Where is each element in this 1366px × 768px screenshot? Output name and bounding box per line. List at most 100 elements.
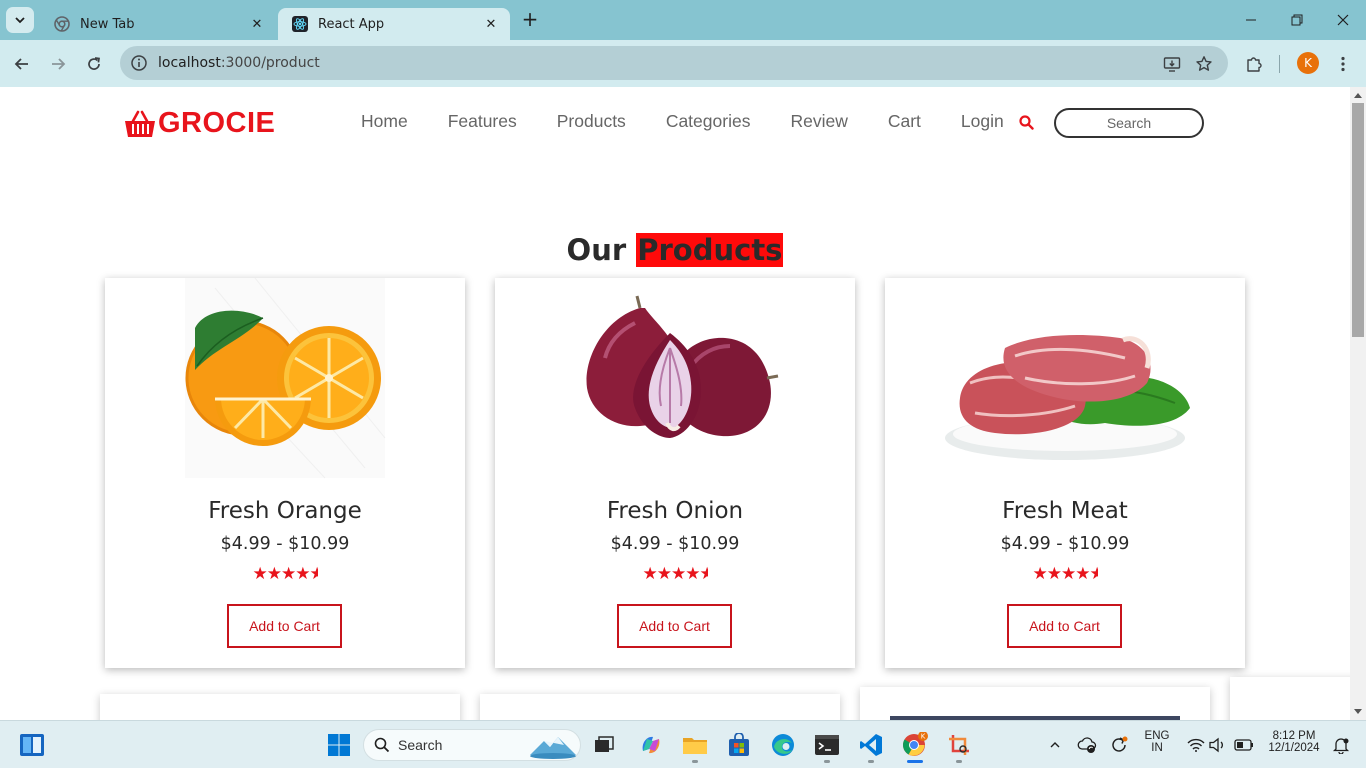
windows-taskbar: Search K ENG IN 8:12 PM 12/1/2024: [0, 720, 1366, 768]
nav-review[interactable]: Review: [790, 111, 847, 132]
close-tab-icon[interactable]: ✕: [482, 15, 500, 33]
star-icon: ★: [671, 564, 686, 584]
file-explorer-button[interactable]: [681, 731, 709, 759]
search-icon[interactable]: [1019, 115, 1034, 130]
star-icon: ★: [1075, 564, 1090, 584]
star-icon: ★: [281, 564, 296, 584]
show-hidden-icons-button[interactable]: [1041, 731, 1069, 759]
new-tab-button[interactable]: +: [519, 9, 541, 31]
running-indicator-active: [907, 760, 923, 763]
product-price: $4.99 - $10.99: [1000, 534, 1130, 554]
menu-button[interactable]: [1330, 51, 1356, 77]
back-button[interactable]: [9, 51, 35, 77]
tab-react-app[interactable]: React App ✕: [278, 8, 510, 40]
product-card: Fresh Orange $4.99 - $10.99 ★★★★★ Add to…: [105, 278, 465, 668]
widgets-button[interactable]: [18, 731, 46, 759]
language-indicator[interactable]: ENG IN: [1140, 730, 1174, 754]
url-text: localhost:3000/product: [158, 55, 320, 71]
onedrive-sync-button[interactable]: [1073, 731, 1101, 759]
toolbar-divider: [1279, 55, 1280, 73]
chevron-up-icon: [1050, 742, 1060, 748]
edge-icon: [772, 734, 794, 756]
logo-text: GROCIE: [158, 107, 276, 139]
tab-new-tab[interactable]: New Tab ✕: [40, 8, 276, 40]
notifications-button[interactable]: [1327, 731, 1355, 759]
forward-button[interactable]: [45, 51, 71, 77]
running-indicator: [956, 760, 962, 763]
chrome-button[interactable]: K: [901, 731, 929, 759]
speaker-icon: [1209, 737, 1223, 753]
search-highlight-icon: [530, 737, 576, 759]
store-button[interactable]: [725, 731, 753, 759]
star-icon: ★: [656, 564, 672, 584]
onion-image: [586, 295, 779, 438]
reload-button[interactable]: [81, 51, 107, 77]
title-prefix: Our: [566, 233, 637, 267]
running-indicator: [824, 760, 830, 763]
bookmark-button[interactable]: [1191, 51, 1217, 77]
copilot-icon: [642, 736, 660, 754]
url-host: localhost: [158, 55, 221, 71]
clock-date: 12/1/2024: [1268, 742, 1320, 754]
nav-products[interactable]: Products: [557, 111, 626, 132]
add-to-cart-button[interactable]: Add to Cart: [1007, 604, 1122, 648]
close-window-button[interactable]: [1320, 0, 1366, 40]
scrollbar-thumb[interactable]: [1352, 103, 1364, 337]
snipping-tool-button[interactable]: [945, 731, 973, 759]
edge-button[interactable]: [769, 731, 797, 759]
cloud-sync-icon: [1077, 737, 1097, 753]
taskbar-search-box[interactable]: Search: [363, 729, 581, 761]
nav-categories[interactable]: Categories: [666, 111, 751, 132]
basket-icon: [125, 110, 155, 137]
terminal-button[interactable]: [813, 731, 841, 759]
scroll-down-arrow-icon[interactable]: [1354, 709, 1362, 714]
restore-button[interactable]: [1274, 0, 1320, 40]
add-to-cart-button[interactable]: Add to Cart: [617, 604, 732, 648]
tab-search-button[interactable]: [6, 7, 34, 33]
product-card: [100, 694, 460, 720]
orange-image: [185, 278, 386, 479]
product-price: $4.99 - $10.99: [610, 534, 740, 554]
search-input[interactable]: Search: [1054, 108, 1204, 138]
half-star-icon: ★: [699, 564, 708, 584]
nav-home[interactable]: Home: [361, 111, 408, 132]
scroll-up-arrow-icon[interactable]: [1354, 93, 1362, 98]
extensions-button[interactable]: [1241, 51, 1267, 77]
install-app-button[interactable]: [1159, 51, 1185, 77]
web-page: GROCIE Home Features Products Categories…: [0, 87, 1350, 720]
nav-cart[interactable]: Cart: [888, 111, 921, 132]
product-card: Fresh Onion $4.99 - $10.99 ★★★★★ Add to …: [495, 278, 855, 668]
windows-logo-icon: [328, 734, 350, 756]
address-bar[interactable]: localhost:3000/product: [120, 46, 1228, 80]
clock[interactable]: 8:12 PM 12/1/2024: [1262, 730, 1326, 754]
running-indicator: [868, 760, 874, 763]
close-tab-icon[interactable]: ✕: [248, 15, 266, 33]
vscode-button[interactable]: [857, 731, 885, 759]
site-logo[interactable]: GROCIE: [124, 107, 275, 140]
url-path: :3000/product: [220, 55, 320, 71]
add-to-cart-button[interactable]: Add to Cart: [227, 604, 342, 648]
react-icon: [292, 16, 308, 32]
kebab-menu-icon: [1341, 56, 1345, 72]
task-view-button[interactable]: [590, 731, 618, 759]
start-button[interactable]: [325, 731, 353, 759]
battery-status[interactable]: [1230, 731, 1258, 759]
wifi-icon: [1187, 738, 1205, 752]
star-icon: ★: [1032, 564, 1048, 584]
profile-avatar[interactable]: K: [1297, 52, 1319, 74]
nav-login[interactable]: Login: [961, 111, 1004, 132]
copilot-button[interactable]: [637, 731, 665, 759]
nav-features[interactable]: Features: [448, 111, 517, 132]
vscode-icon: [860, 734, 882, 756]
star-icon: ★: [1046, 564, 1062, 584]
half-star-icon: ★: [1089, 564, 1098, 584]
snipping-tool-icon: [949, 735, 969, 755]
page-scrollbar[interactable]: [1350, 87, 1366, 720]
volume-status[interactable]: [1204, 731, 1232, 759]
minimize-button[interactable]: [1228, 0, 1274, 40]
svg-text:K: K: [921, 733, 926, 741]
star-icon: ★: [266, 564, 282, 584]
product-name: Fresh Onion: [606, 498, 744, 524]
site-info-icon[interactable]: [130, 54, 148, 72]
update-button[interactable]: [1105, 731, 1133, 759]
